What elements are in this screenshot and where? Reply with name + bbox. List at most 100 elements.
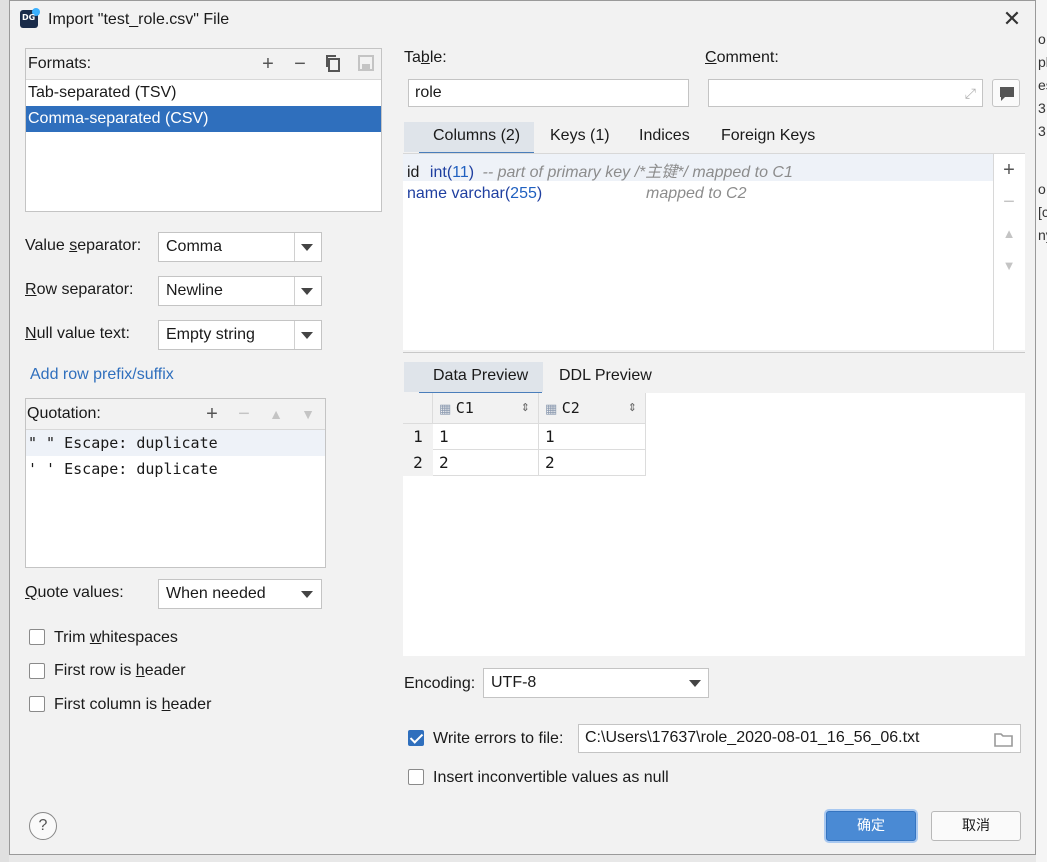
- background-left: [0, 0, 9, 862]
- table-name-input[interactable]: role: [408, 79, 689, 107]
- bg-text: pl: [1038, 54, 1047, 70]
- column-type: int: [429, 164, 447, 181]
- bg-text: ny: [1038, 227, 1047, 243]
- splitter[interactable]: [403, 352, 1025, 353]
- error-file-path-input[interactable]: C:\Users\17637\role_2020-08-01_16_56_06.…: [578, 724, 1021, 753]
- write-errors-label: Write errors to file:: [433, 730, 564, 747]
- comment-editor-button[interactable]: [992, 79, 1020, 107]
- quotation-item-double[interactable]: " " Escape: duplicate: [26, 430, 325, 456]
- value-separator-label: Value separator:: [25, 237, 142, 254]
- formats-panel: Formats: + − Tab-separated (TSV) Comma-s…: [25, 48, 382, 212]
- chevron-down-icon: [689, 680, 701, 687]
- window-title: Import "test_role.csv" File: [48, 11, 230, 28]
- bg-text: es: [1038, 77, 1047, 93]
- quotation-panel: Quotation: + − ▲ ▼ " " Escape: duplicate…: [25, 398, 326, 568]
- remove-icon[interactable]: −: [234, 404, 254, 424]
- speech-bubble-icon: [1000, 87, 1014, 101]
- chevron-down-icon: [301, 288, 313, 295]
- quotation-item-single[interactable]: ' ' Escape: duplicate: [26, 456, 325, 482]
- table-column-icon: ▦: [545, 401, 558, 416]
- comment-label: Comment:: [705, 49, 779, 66]
- move-down-icon[interactable]: ▼: [999, 256, 1019, 276]
- quote-values-label: Quote values:: [25, 584, 124, 601]
- format-item-csv[interactable]: Comma-separated (CSV): [26, 106, 381, 132]
- column-type: varchar: [451, 185, 505, 202]
- trim-whitespaces-checkbox[interactable]: [29, 629, 45, 645]
- first-column-header-label: First column is header: [54, 696, 212, 713]
- arrow-down-icon[interactable]: ▼: [298, 404, 318, 424]
- add-icon[interactable]: +: [202, 404, 222, 424]
- sort-icon[interactable]: ⇕: [628, 393, 637, 424]
- ok-button[interactable]: 确定: [826, 811, 916, 841]
- remove-column-icon[interactable]: −: [999, 192, 1019, 212]
- grid-cell[interactable]: 2: [539, 450, 646, 476]
- grid-cell[interactable]: 2: [433, 450, 539, 476]
- arrow-up-icon[interactable]: ▲: [266, 404, 286, 424]
- data-preview-grid: ▦ C1 ⇕ ▦ C2 ⇕ 1 1 1 2 2 2: [403, 393, 1025, 656]
- row-number: 2: [403, 450, 433, 476]
- grid-header-c2[interactable]: ▦ C2 ⇕: [539, 393, 646, 424]
- save-icon[interactable]: [356, 54, 376, 74]
- column-size: 11: [452, 164, 469, 181]
- import-dialog: Import "test_role.csv" File ✕ Formats: +…: [9, 0, 1036, 855]
- table-column-icon: ▦: [439, 401, 452, 416]
- help-button[interactable]: ?: [29, 812, 57, 840]
- datagrip-app-icon: [20, 8, 40, 28]
- row-number: 1: [403, 424, 433, 450]
- grid-header-c1[interactable]: ▦ C1 ⇕: [433, 393, 539, 424]
- first-column-header-checkbox[interactable]: [29, 696, 45, 712]
- copy-icon[interactable]: [323, 54, 343, 74]
- close-icon[interactable]: ✕: [1000, 7, 1024, 31]
- null-text-value: Empty string: [166, 326, 255, 343]
- tab-data-preview[interactable]: Data Preview: [418, 367, 543, 395]
- column-size: 255: [510, 185, 537, 202]
- row-separator-select[interactable]: Newline: [158, 276, 322, 306]
- formats-label: Formats:: [28, 55, 92, 72]
- comment-input[interactable]: ⤢: [708, 79, 983, 107]
- chevron-down-icon: [301, 591, 313, 598]
- encoding-label: Encoding:: [404, 675, 476, 692]
- null-text-label: Null value text:: [25, 325, 130, 342]
- first-row-header-checkbox[interactable]: [29, 663, 45, 679]
- quotation-toolbar: Quotation: + − ▲ ▼: [26, 399, 325, 430]
- bg-text: 3: [1038, 100, 1046, 116]
- bg-text: [c: [1038, 204, 1047, 220]
- grid-cell[interactable]: 1: [433, 424, 539, 450]
- insert-null-checkbox[interactable]: [408, 769, 424, 785]
- tab-ddl-preview[interactable]: DDL Preview: [559, 367, 652, 385]
- title-bar: Import "test_role.csv" File ✕: [10, 1, 1035, 39]
- grid-cell[interactable]: 1: [539, 424, 646, 450]
- background-right: o pl es 3 3 o [c ny: [1036, 0, 1047, 862]
- row-separator-value: Newline: [166, 282, 223, 299]
- tab-indices[interactable]: Indices: [639, 127, 690, 145]
- expand-icon[interactable]: ⤢: [965, 85, 976, 102]
- move-up-icon[interactable]: ▲: [999, 224, 1019, 244]
- quote-values-select[interactable]: When needed: [158, 579, 322, 609]
- column-comment: -- part of primary key /*主键*/ mapped to …: [482, 164, 793, 181]
- cancel-button[interactable]: 取消: [931, 811, 1021, 841]
- remove-icon[interactable]: −: [290, 54, 310, 74]
- sort-icon[interactable]: ⇕: [521, 393, 530, 424]
- value-separator-select[interactable]: Comma: [158, 232, 322, 262]
- add-icon[interactable]: +: [258, 54, 278, 74]
- tab-keys[interactable]: Keys (1): [550, 127, 610, 145]
- bg-text: o: [1038, 31, 1046, 47]
- column-row-name[interactable]: name varchar(255): [407, 185, 542, 203]
- folder-icon[interactable]: [994, 731, 1014, 747]
- chevron-down-icon: [301, 332, 313, 339]
- format-item-tsv[interactable]: Tab-separated (TSV): [26, 80, 381, 106]
- tab-foreign-keys[interactable]: Foreign Keys: [721, 127, 815, 145]
- column-name: id: [407, 164, 420, 181]
- trim-whitespaces-label: Trim whitespaces: [54, 629, 178, 646]
- add-column-icon[interactable]: +: [999, 160, 1019, 180]
- tab-columns[interactable]: Columns (2): [418, 127, 535, 155]
- encoding-select[interactable]: UTF-8: [483, 668, 709, 698]
- column-row-id[interactable]: id int(11) -- part of primary key /*主键*/…: [407, 158, 793, 182]
- add-row-prefix-link[interactable]: Add row prefix/suffix: [30, 366, 174, 384]
- write-errors-checkbox[interactable]: [408, 730, 424, 746]
- columns-list: id int(11) -- part of primary key /*主键*/…: [403, 153, 1025, 350]
- divider: [993, 154, 994, 350]
- table-label: Table:: [404, 49, 447, 66]
- column-name: name: [407, 185, 448, 202]
- null-text-select[interactable]: Empty string: [158, 320, 322, 350]
